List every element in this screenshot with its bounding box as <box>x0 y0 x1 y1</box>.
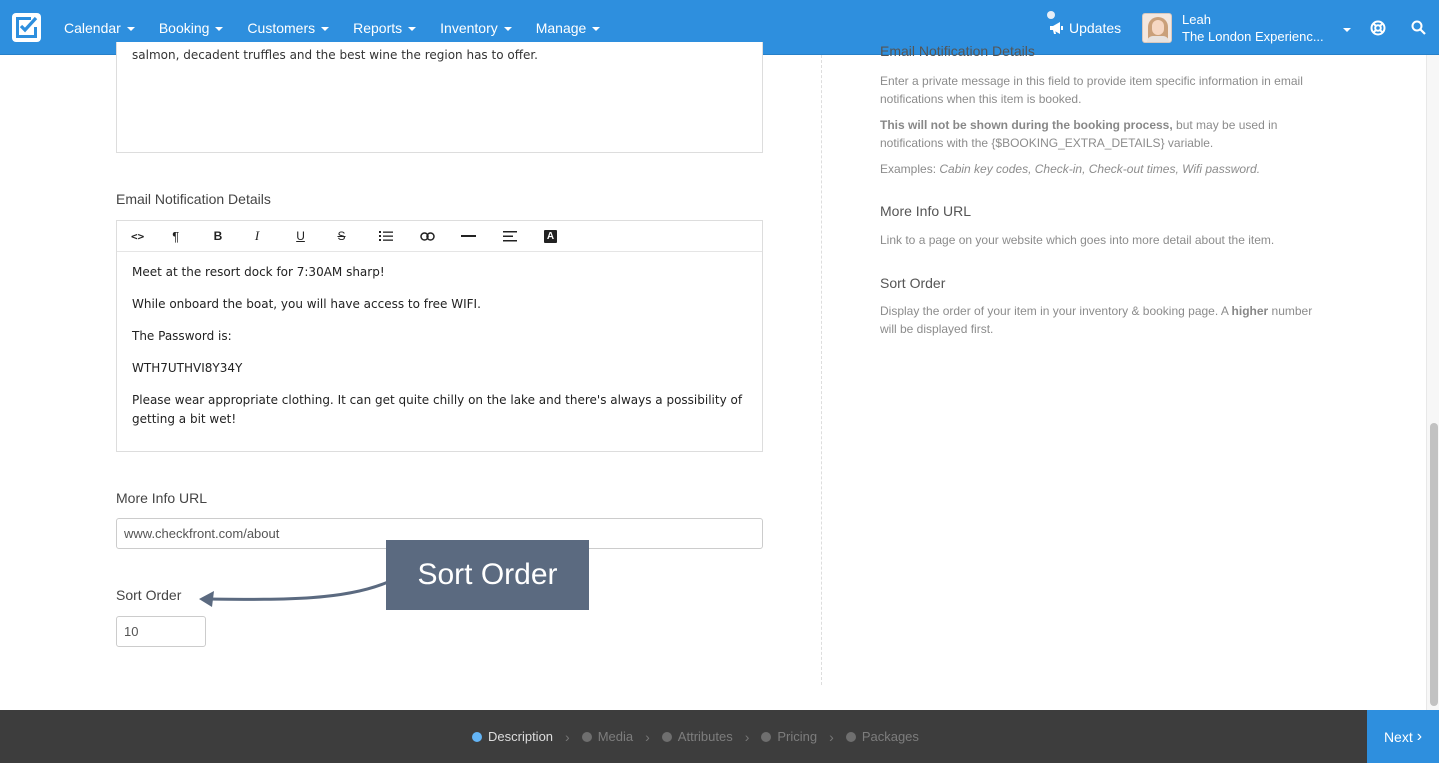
step-dot-icon <box>472 731 482 742</box>
megaphone-icon <box>1050 21 1063 34</box>
editor-paragraph: Please wear appropriate clothing. It can… <box>132 393 743 426</box>
help-email-p3: Examples: Cabin key codes, Check-in, Che… <box>880 160 1320 178</box>
chevron-down-icon <box>321 26 330 31</box>
nav-customers-label: Customers <box>247 19 316 36</box>
editor-paragraph: WTH7UTHVI8Y34Y <box>132 361 243 375</box>
step-attributes[interactable]: Attributes <box>661 729 733 744</box>
font-color-icon[interactable]: A <box>542 221 583 252</box>
step-media[interactable]: Media <box>581 729 634 744</box>
next-button[interactable]: Next › <box>1367 710 1439 763</box>
align-icon[interactable] <box>501 221 542 252</box>
editor-paragraph: The Password is: <box>132 329 232 343</box>
chevron-down-icon <box>408 26 417 31</box>
nav-manage-label: Manage <box>535 19 587 36</box>
chevron-down-icon <box>503 26 512 31</box>
chevron-down-icon <box>592 26 601 31</box>
link-icon[interactable] <box>418 221 459 252</box>
help-sort-heading: Sort Order <box>880 275 946 291</box>
help-email-p3-prefix: Examples: <box>880 162 940 176</box>
step-pricing[interactable]: Pricing <box>761 729 817 744</box>
code-view-icon[interactable]: <> <box>129 221 170 252</box>
lifebuoy-help-icon[interactable] <box>1370 20 1386 36</box>
step-label: Pricing <box>777 729 818 744</box>
chevron-right-icon: › <box>565 728 570 745</box>
step-label: Description <box>488 729 554 744</box>
description-editor[interactable]: salmon, decadent truffles and the best w… <box>116 42 763 153</box>
bold-icon[interactable]: B <box>212 221 253 252</box>
help-email-p3-italic: Cabin key codes, Check-in, Check-out tim… <box>939 162 1261 176</box>
help-more-info-heading: More Info URL <box>880 203 972 219</box>
updates-label: Updates <box>1069 19 1122 36</box>
help-email-p2: This will not be shown during the bookin… <box>880 116 1320 152</box>
next-label: Next <box>1383 728 1413 745</box>
user-company: The London Experienc... <box>1182 29 1324 44</box>
nav-calendar-label: Calendar <box>64 19 121 36</box>
updates-button[interactable]: Updates <box>1047 0 1122 55</box>
help-sort-text: Display the order of your item in your i… <box>880 302 1320 338</box>
editor-toolbar: <> ¶ B I U S A <box>117 221 762 252</box>
email-notification-body[interactable]: Meet at the resort dock for 7:30AM sharp… <box>117 252 762 453</box>
sort-order-callout: Sort Order <box>386 540 589 610</box>
column-divider <box>821 55 822 685</box>
underline-icon[interactable]: U <box>294 221 335 252</box>
callout-arrow-icon <box>199 580 389 607</box>
italic-icon[interactable]: I <box>253 221 294 252</box>
wizard-footer: Description › Media › Attributes › Prici… <box>0 710 1439 763</box>
strikethrough-icon[interactable]: S <box>335 221 376 252</box>
step-dot-icon <box>661 731 672 742</box>
chevron-right-icon: › <box>645 728 650 745</box>
nav-reports-label: Reports <box>353 19 403 36</box>
search-icon[interactable] <box>1411 20 1426 35</box>
help-email-p1: Enter a private message in this field to… <box>880 74 1303 106</box>
user-menu[interactable]: Leah The London Experienc... <box>1142 12 1324 44</box>
scrollbar-thumb[interactable] <box>1430 423 1438 706</box>
chevron-right-icon: › <box>1416 727 1423 745</box>
more-info-url-label: More Info URL <box>116 490 208 506</box>
step-description[interactable]: Description <box>472 729 553 744</box>
editor-paragraph: While onboard the boat, you will have ac… <box>132 297 481 311</box>
paragraph-icon[interactable]: ¶ <box>170 221 211 252</box>
step-packages[interactable]: Packages <box>845 729 919 744</box>
sort-order-value: 10 <box>124 624 139 639</box>
help-email-text: Enter a private message in this field to… <box>880 72 1320 178</box>
user-name: Leah <box>1182 12 1211 27</box>
chevron-right-icon: › <box>744 728 750 745</box>
email-notification-editor: <> ¶ B I U S A Meet at the resort dock f… <box>116 220 763 452</box>
help-more-info-text: Link to a page on your website which goe… <box>880 233 1275 247</box>
more-info-url-value: www.checkfront.com/about <box>124 526 280 541</box>
help-sort-text-bold: higher <box>1231 304 1269 318</box>
chevron-down-icon <box>126 26 135 31</box>
step-dot-icon <box>845 731 856 742</box>
nav-booking-label: Booking <box>158 19 210 36</box>
description-text: salmon, decadent truffles and the best w… <box>132 48 538 62</box>
help-email-heading: Email Notification Details <box>880 43 1035 59</box>
step-dot-icon <box>581 731 592 742</box>
help-sort-text-a: Display the order of your item in your i… <box>880 304 1232 318</box>
nav-inventory-label: Inventory <box>440 19 498 36</box>
sort-order-input[interactable]: 10 <box>116 616 206 647</box>
horizontal-rule-icon[interactable] <box>459 221 500 252</box>
step-label: Packages <box>861 729 919 744</box>
sort-order-label: Sort Order <box>116 587 182 603</box>
checkfront-logo-icon[interactable] <box>12 13 41 42</box>
chevron-down-icon[interactable] <box>1343 28 1351 32</box>
help-email-p2-bold: This will not be shown during the bookin… <box>880 118 1173 132</box>
step-label: Media <box>597 729 634 744</box>
callout-text: Sort Order <box>417 558 558 591</box>
chevron-right-icon: › <box>829 728 834 745</box>
wizard-steps: Description › Media › Attributes › Prici… <box>472 710 919 763</box>
step-dot-icon <box>761 731 772 742</box>
avatar <box>1142 13 1172 43</box>
step-label: Attributes <box>677 729 733 744</box>
editor-paragraph: Meet at the resort dock for 7:30AM sharp… <box>132 265 385 279</box>
notification-dot-icon <box>1047 11 1055 19</box>
list-icon[interactable] <box>377 221 418 252</box>
page-scrollbar[interactable] <box>1426 55 1439 710</box>
email-notification-label: Email Notification Details <box>116 191 271 207</box>
chevron-down-icon <box>215 26 224 31</box>
